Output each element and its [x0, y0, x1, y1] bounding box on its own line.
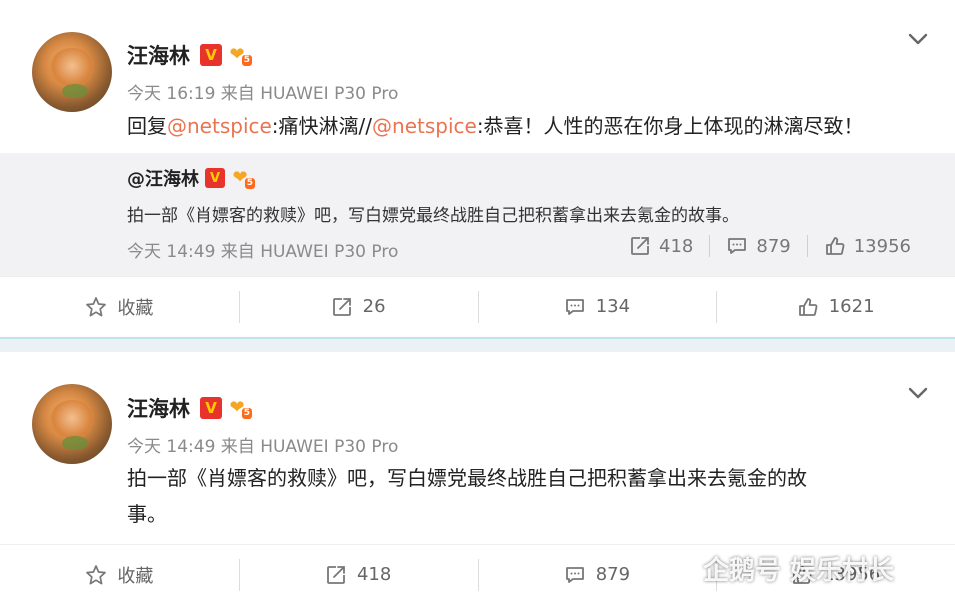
like-button[interactable]: 1621	[716, 277, 955, 336]
favorite-button[interactable]: 收藏	[0, 277, 239, 336]
avatar[interactable]	[32, 32, 112, 112]
repost-button[interactable]: 26	[238, 277, 478, 336]
post-meta: 今天 16:19 来自 HUAWEI P30 Pro	[127, 84, 399, 104]
like-icon	[798, 297, 818, 316]
chevron-down-icon[interactable]	[907, 28, 929, 50]
comment-icon	[565, 298, 584, 315]
fan-level-badge-icon: ❤ 5	[229, 397, 252, 419]
repost-icon	[332, 297, 351, 316]
favorite-button[interactable]: 收藏	[0, 545, 239, 604]
like-icon	[825, 237, 845, 255]
repost-icon	[327, 565, 345, 584]
penguin-logo-icon	[661, 553, 689, 587]
star-icon	[86, 296, 107, 316]
comment-button[interactable]: 134	[477, 277, 717, 336]
repost-meta: 今天 14:49 来自 HUAWEI P30 Pro	[127, 242, 399, 262]
post-text: 拍一部《肖嫖客的救赎》吧，写白嫖党最终战胜自己把积蓄拿出来去氪金的故 事。	[127, 466, 807, 526]
repost-reposts-stat[interactable]: 418	[613, 235, 709, 257]
comment-icon	[565, 566, 584, 583]
post-text: 回复@netspice:痛快淋漓//@netspice:恭喜！人性的恶在你身上体…	[127, 114, 864, 138]
verified-badge-icon: V	[205, 168, 225, 188]
author-name[interactable]: 汪海林	[127, 40, 190, 70]
repost-comments-stat[interactable]: 879	[710, 235, 806, 257]
repost-stats: 418 879 13956	[613, 235, 927, 257]
repost-icon	[631, 237, 649, 255]
avatar[interactable]	[32, 384, 112, 464]
repost-text: 拍一部《肖嫖客的救赎》吧，写白嫖党最终战胜自己把积蓄拿出来去氪金的故事。	[127, 206, 739, 226]
repost-button[interactable]: 418	[238, 545, 478, 604]
watermark: 企鹅号 娱乐村长	[655, 548, 894, 588]
chevron-down-icon[interactable]	[907, 382, 929, 404]
mention-link[interactable]: @netspice	[167, 114, 272, 138]
author-row: 汪海林 V ❤ 5	[127, 393, 252, 423]
repost-author-name[interactable]: @汪海林	[127, 165, 199, 191]
action-bar: 收藏 26 134 1621	[0, 276, 955, 336]
feed-divider	[0, 337, 955, 352]
verified-badge-icon: V	[200, 397, 222, 419]
weibo-post-1: 汪海林 V ❤ 5 今天 16:19 来自 HUAWEI P30 Pro 回复@n…	[0, 0, 955, 337]
author-row: 汪海林 V ❤ 5	[127, 40, 252, 70]
repost-author-row: @汪海林 V ❤ 5	[127, 165, 255, 191]
post-meta: 今天 14:49 来自 HUAWEI P30 Pro	[127, 437, 399, 457]
verified-badge-icon: V	[200, 44, 222, 66]
fan-level-badge-icon: ❤ 5	[232, 167, 255, 189]
comment-icon	[728, 238, 747, 254]
reposted-content[interactable]: @汪海林 V ❤ 5 拍一部《肖嫖客的救赎》吧，写白嫖党最终战胜自己把积蓄拿出来去…	[0, 153, 955, 276]
star-icon	[86, 564, 107, 584]
mention-link[interactable]: @netspice	[372, 114, 477, 138]
fan-level-badge-icon: ❤ 5	[229, 44, 252, 66]
repost-likes-stat[interactable]: 13956	[808, 235, 927, 257]
author-name[interactable]: 汪海林	[127, 393, 190, 423]
